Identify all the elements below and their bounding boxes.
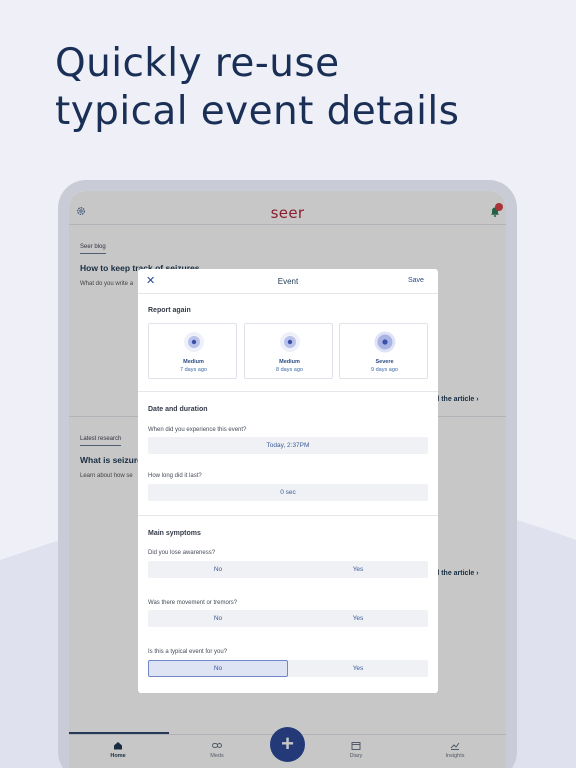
headline: Quickly re-use typical event details xyxy=(55,40,459,136)
duration-field[interactable]: 0 sec xyxy=(148,484,428,501)
report-card[interactable]: Medium 7 days ago xyxy=(148,323,237,379)
headline-line-2: typical event details xyxy=(55,89,460,134)
card-when: 8 days ago xyxy=(276,367,303,373)
report-again-title: Report again xyxy=(148,307,191,314)
when-label: When did you experience this event? xyxy=(148,427,247,433)
card-severity: Medium xyxy=(279,359,300,365)
card-when: 7 days ago xyxy=(180,367,207,373)
save-button[interactable]: Save xyxy=(408,277,424,284)
awareness-label: Did you lose awareness? xyxy=(148,550,216,556)
typical-label: Is this a typical event for you? xyxy=(148,649,228,655)
section-divider xyxy=(138,391,438,392)
typical-no-option[interactable]: No xyxy=(148,660,288,677)
movement-label: Was there movement or tremors? xyxy=(148,600,238,606)
duration-label: How long did it last? xyxy=(148,473,202,479)
awareness-toggle: No Yes xyxy=(148,561,428,578)
modal-header: ✕ Event Save xyxy=(138,269,438,294)
headline-line-1: Quickly re-use xyxy=(55,41,340,86)
date-time-field[interactable]: Today, 2:37PM xyxy=(148,437,428,454)
report-card[interactable]: Medium 8 days ago xyxy=(244,323,333,379)
severity-severe-icon xyxy=(374,331,396,353)
date-duration-title: Date and duration xyxy=(148,406,208,413)
awareness-yes-option[interactable]: Yes xyxy=(288,561,428,578)
report-card[interactable]: Severe 9 days ago xyxy=(339,323,428,379)
severity-medium-icon xyxy=(280,332,300,352)
main-symptoms-title: Main symptoms xyxy=(148,530,201,537)
movement-no-option[interactable]: No xyxy=(148,610,288,627)
movement-toggle: No Yes xyxy=(148,610,428,627)
card-severity: Medium xyxy=(183,359,204,365)
modal-title: Event xyxy=(277,277,299,286)
awareness-no-option[interactable]: No xyxy=(148,561,288,578)
event-modal: ✕ Event Save Report again Medium 7 days … xyxy=(138,269,438,693)
card-when: 9 days ago xyxy=(371,367,398,373)
section-divider xyxy=(138,515,438,516)
card-severity: Severe xyxy=(375,359,394,365)
movement-yes-option[interactable]: Yes xyxy=(288,610,428,627)
typical-toggle: No Yes xyxy=(148,660,428,677)
typical-yes-option[interactable]: Yes xyxy=(288,660,428,677)
severity-medium-icon xyxy=(184,332,204,352)
